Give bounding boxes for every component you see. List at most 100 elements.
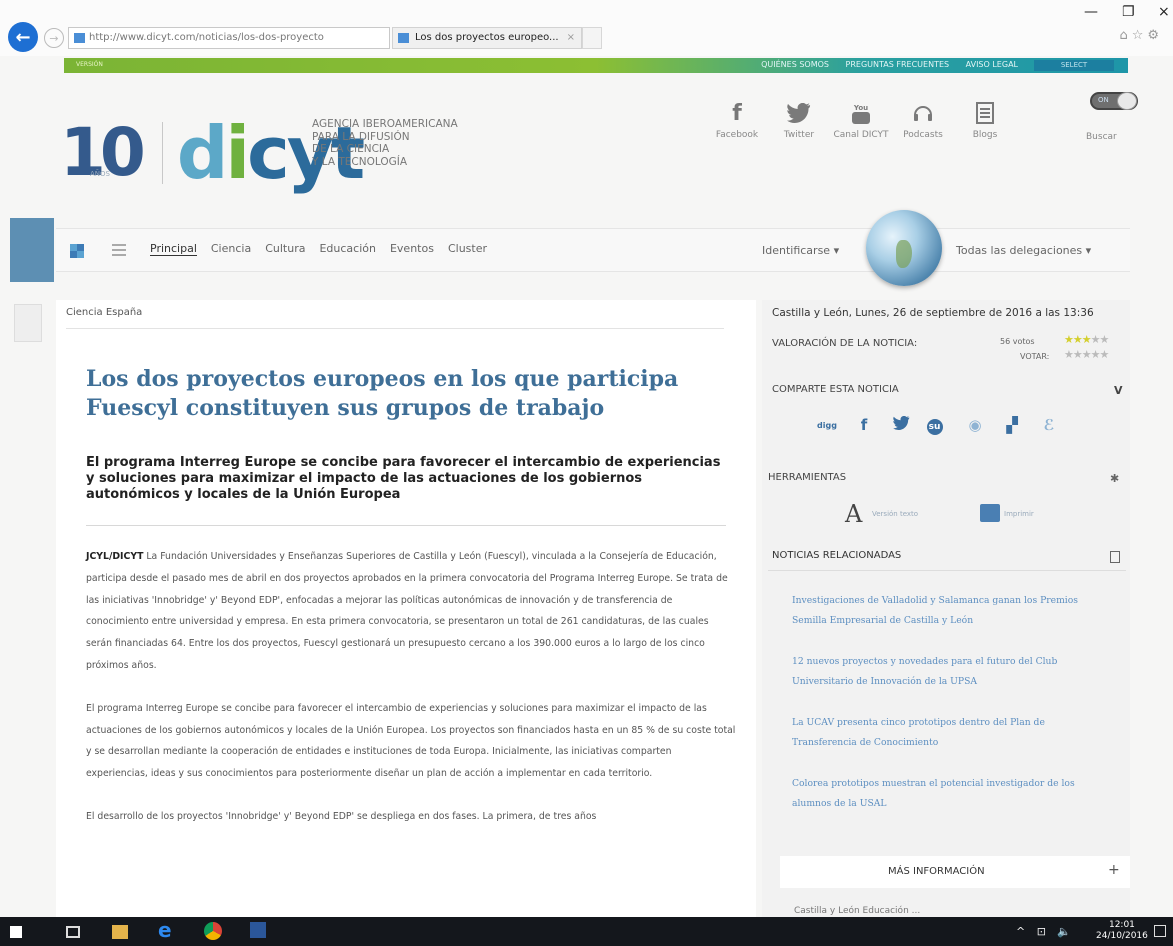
divider bbox=[66, 328, 724, 329]
svg-text:You: You bbox=[853, 104, 868, 112]
back-button[interactable]: ← bbox=[8, 22, 38, 52]
anniversary-sub: AÑOS bbox=[90, 170, 110, 178]
notification-icon[interactable] bbox=[1154, 925, 1166, 937]
nav-item-eventos[interactable]: Eventos bbox=[390, 242, 434, 256]
browser-tab[interactable]: Los dos proyectos europeo... × bbox=[392, 27, 582, 49]
nav-item-principal[interactable]: Principal bbox=[150, 242, 197, 256]
twitter-icon bbox=[768, 96, 830, 130]
divider bbox=[86, 525, 726, 526]
nav-item-educacion[interactable]: Educación bbox=[319, 242, 376, 256]
search-toggle[interactable]: ON bbox=[1090, 92, 1138, 110]
related-link[interactable]: Investigaciones de Valladolid y Salamanc… bbox=[792, 591, 1110, 631]
headphones-icon bbox=[892, 96, 954, 130]
nav-item-cultura[interactable]: Cultura bbox=[265, 242, 305, 256]
article-paragraph: El desarrollo de los proyectos 'Innobrid… bbox=[86, 810, 597, 822]
share-icons: digg f su ◉ ▞ ℰ bbox=[812, 415, 1071, 435]
more-info-label[interactable]: MÁS INFORMACIÓN bbox=[888, 866, 985, 877]
taskbar: e ^ ⊡ 🔈 12:01 24/10/2016 bbox=[0, 917, 1173, 946]
top-bar: VERSIÓN QUIÉNES SOMOS PREGUNTAS FRECUENT… bbox=[64, 58, 1128, 73]
text-version-icon[interactable]: A bbox=[845, 500, 862, 528]
search-label[interactable]: Buscar bbox=[1086, 132, 1117, 142]
clock[interactable]: 12:01 24/10/2016 bbox=[1096, 920, 1148, 942]
windows-start-icon[interactable] bbox=[10, 926, 22, 938]
blog-icon bbox=[954, 96, 1016, 130]
article-body: JCYL/DICYT La Fundación Universidades y … bbox=[86, 546, 736, 849]
article-source: JCYL/DICYT bbox=[86, 551, 144, 562]
link-quienes-somos[interactable]: QUIÉNES SOMOS bbox=[761, 60, 829, 69]
share-label: COMPARTE ESTA NOTICIA bbox=[772, 384, 899, 395]
text-version-link[interactable]: Versión texto bbox=[872, 510, 918, 518]
chrome-icon[interactable] bbox=[204, 922, 222, 940]
more-info-item[interactable]: Castilla y León Educación ... bbox=[794, 906, 920, 916]
restore-icon[interactable]: ❐ bbox=[1122, 4, 1135, 20]
ie-icon[interactable]: e bbox=[158, 918, 176, 942]
address-text: http://www.dicyt.com/noticias/los-dos-pr… bbox=[89, 32, 324, 43]
login-dropdown[interactable]: Identificarse ▾ bbox=[762, 244, 839, 257]
dateline: Castilla y León, Lunes, 26 de septiembre… bbox=[772, 307, 1094, 319]
vote-count: 56 votos bbox=[1000, 337, 1035, 346]
article-category[interactable]: Ciencia España bbox=[66, 307, 142, 318]
globe-icon bbox=[866, 210, 942, 286]
address-bar[interactable]: http://www.dicyt.com/noticias/los-dos-pr… bbox=[68, 27, 390, 49]
tab-title: Los dos proyectos europeo... bbox=[415, 32, 559, 43]
favorites-icons[interactable]: ⌂☆⚙ bbox=[1119, 28, 1163, 43]
close-window-icon[interactable]: × bbox=[1158, 4, 1170, 20]
related-news-label: NOTICIAS RELACIONADAS bbox=[772, 550, 902, 561]
vote-stars[interactable]: ★★★★★ bbox=[1064, 348, 1109, 361]
blogs-link[interactable]: Blogs bbox=[954, 96, 1016, 140]
new-tab-button[interactable] bbox=[582, 27, 602, 49]
vote-label: VOTAR: bbox=[1020, 352, 1050, 361]
link-preguntas[interactable]: PREGUNTAS FRECUENTES bbox=[846, 60, 950, 69]
print-link[interactable]: Imprimir bbox=[1004, 510, 1034, 518]
toggle-knob bbox=[1117, 92, 1137, 110]
system-tray[interactable]: ^ ⊡ 🔈 bbox=[1016, 925, 1075, 938]
top-links: QUIÉNES SOMOS PREGUNTAS FRECUENTES AVISO… bbox=[747, 60, 1018, 69]
file-explorer-icon[interactable] bbox=[112, 925, 128, 939]
side-tab-left[interactable] bbox=[10, 218, 54, 282]
nav-item-cluster[interactable]: Cluster bbox=[448, 242, 487, 256]
related-link[interactable]: 12 nuevos proyectos y novedades para el … bbox=[792, 652, 1110, 692]
word-icon[interactable] bbox=[250, 922, 266, 938]
social-links: f Facebook Twitter You Canal DICYT Podca… bbox=[706, 96, 1016, 141]
version-text: VERSIÓN bbox=[76, 61, 103, 68]
browser-chrome: ← → http://www.dicyt.com/noticias/los-do… bbox=[0, 0, 1173, 56]
gear-icon[interactable]: ✱ bbox=[1110, 472, 1119, 485]
twitter-share-icon[interactable] bbox=[886, 415, 916, 434]
article-subtitle: El programa Interreg Europe se concibe p… bbox=[86, 455, 721, 502]
meneame-icon[interactable]: ℰ bbox=[1034, 416, 1064, 434]
digg-icon[interactable]: digg bbox=[812, 421, 842, 430]
rating-label: VALORACIÓN DE LA NOTICIA: bbox=[772, 338, 918, 349]
toggle-label: ON bbox=[1098, 96, 1109, 104]
article-title: Los dos proyectos europeos en los que pa… bbox=[86, 366, 679, 421]
forward-button[interactable]: → bbox=[44, 28, 64, 48]
plus-icon[interactable]: + bbox=[1108, 862, 1120, 878]
document-icon bbox=[1110, 551, 1120, 563]
stumbleupon-icon[interactable]: su bbox=[923, 415, 953, 435]
youtube-icon: You bbox=[830, 96, 892, 130]
youtube-link[interactable]: You Canal DICYT bbox=[830, 96, 892, 140]
list-view-icon[interactable] bbox=[112, 244, 126, 256]
twitter-link[interactable]: Twitter bbox=[768, 96, 830, 140]
print-icon[interactable] bbox=[980, 504, 1000, 522]
minimize-icon[interactable]: — bbox=[1084, 4, 1098, 20]
rating-stars: ★★★★★ bbox=[1064, 333, 1109, 346]
related-link[interactable]: Colorea prototipos muestran el potencial… bbox=[792, 774, 1110, 814]
task-view-icon[interactable] bbox=[66, 926, 80, 938]
delicious-icon[interactable]: ▞ bbox=[997, 416, 1027, 434]
tab-close-icon[interactable]: × bbox=[567, 28, 575, 48]
facebook-share-icon[interactable]: f bbox=[849, 416, 879, 434]
logo-divider bbox=[161, 122, 163, 184]
delegations-dropdown[interactable]: Todas las delegaciones ▾ bbox=[956, 244, 1091, 257]
facebook-link[interactable]: f Facebook bbox=[706, 96, 768, 141]
podcasts-link[interactable]: Podcasts bbox=[892, 96, 954, 140]
grid-view-icon[interactable] bbox=[70, 244, 84, 258]
browser-window: ← → http://www.dicyt.com/noticias/los-do… bbox=[0, 0, 1173, 946]
link-aviso-legal[interactable]: AVISO LEGAL bbox=[966, 60, 1018, 69]
side-tab-small[interactable] bbox=[14, 304, 42, 342]
language-select[interactable]: SELECT bbox=[1034, 60, 1114, 71]
tools-label: HERRAMIENTAS bbox=[768, 472, 847, 483]
share-toggle-icon[interactable]: V bbox=[1114, 384, 1123, 397]
reddit-icon[interactable]: ◉ bbox=[960, 416, 990, 434]
related-link[interactable]: La UCAV presenta cinco prototipos dentro… bbox=[792, 713, 1110, 753]
nav-item-ciencia[interactable]: Ciencia bbox=[211, 242, 251, 256]
